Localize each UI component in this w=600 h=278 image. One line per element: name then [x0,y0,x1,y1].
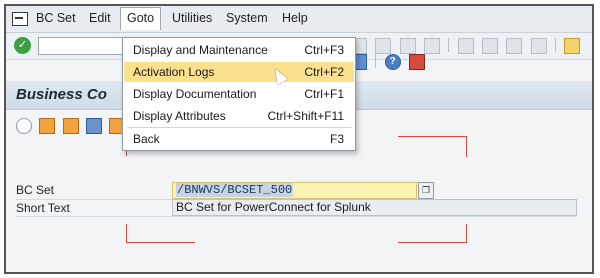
application-toolbar [16,118,129,136]
shortcut-icon[interactable] [482,38,499,54]
menu-edit[interactable]: Edit [89,11,111,25]
menu-bar: BC Set Edit Goto Utilities System Help [6,6,592,33]
menu-item-label: Display Documentation [133,87,257,101]
menu-item-activation-logs[interactable]: Activation Logs Ctrl+F2 [124,62,354,82]
value-help-icon[interactable]: ❐ [418,182,434,199]
object-icon[interactable] [39,118,56,134]
menu-bc-set[interactable]: BC Set [36,11,76,25]
menu-item-shortcut: Ctrl+Shift+F11 [267,109,344,123]
system-menu-icon[interactable] [12,12,28,26]
menu-item-label: Display Attributes [133,109,226,123]
menu-item-display-attributes[interactable]: Display Attributes Ctrl+Shift+F11 [124,106,354,126]
menu-system[interactable]: System [226,11,268,25]
command-field[interactable] [38,37,125,55]
menu-utilities[interactable]: Utilities [172,11,212,25]
bc-set-input[interactable]: /BNWVS/BCSET_500 [172,182,417,199]
menu-item-shortcut: Ctrl+F2 [304,65,344,79]
last-page-icon[interactable] [424,38,441,54]
menu-help[interactable]: Help [282,11,308,25]
toolbar-separator [448,38,450,52]
toolbar-icons: ? [351,38,592,70]
display-glasses-icon[interactable] [16,118,32,134]
short-text-field: BC Set for PowerConnect for Splunk [172,199,577,216]
page-title: Business Co [16,86,107,103]
layout-icon[interactable] [564,38,581,54]
toolbar-separator [375,54,377,68]
highlight-bracket [398,136,467,157]
menu-item-label: Back [133,132,160,146]
menu-item-shortcut: Ctrl+F1 [304,87,344,101]
hierarchy-icon[interactable] [86,118,103,134]
customize-layout-icon[interactable] [409,54,426,70]
bc-set-value: /BNWVS/BCSET_500 [176,183,294,197]
toolbar-separator [555,38,557,52]
menu-item-label: Display and Maintenance [133,43,268,57]
print-icon[interactable] [506,38,523,54]
next-page-icon[interactable] [399,38,416,54]
find-icon[interactable] [530,38,547,54]
menu-item-back[interactable]: Back F3 [124,129,354,149]
previous-page-icon[interactable] [375,38,392,54]
menu-item-label: Activation Logs [133,65,215,79]
sap-window: BC Set Edit Goto Utilities System Help ✓… [4,4,594,274]
menu-item-shortcut: F3 [329,132,344,146]
highlight-bracket [398,224,467,243]
transport-icon[interactable] [62,118,79,134]
bc-set-label: BC Set [16,183,55,197]
goto-menu-dropdown: Display and Maintenance Ctrl+F3 Activati… [122,37,356,151]
menu-item-shortcut: Ctrl+F3 [304,43,344,57]
short-text-label-text: Short Text [16,201,70,215]
create-session-icon[interactable] [457,38,474,54]
menu-item-display-documentation[interactable]: Display Documentation Ctrl+F1 [124,84,354,104]
enter-check-icon[interactable]: ✓ [14,37,31,54]
menu-goto[interactable]: Goto [120,7,162,30]
help-icon[interactable]: ? [384,54,401,70]
menu-separator [127,127,351,128]
highlight-bracket [126,224,195,243]
menu-item-display-maintenance[interactable]: Display and Maintenance Ctrl+F3 [124,40,354,60]
